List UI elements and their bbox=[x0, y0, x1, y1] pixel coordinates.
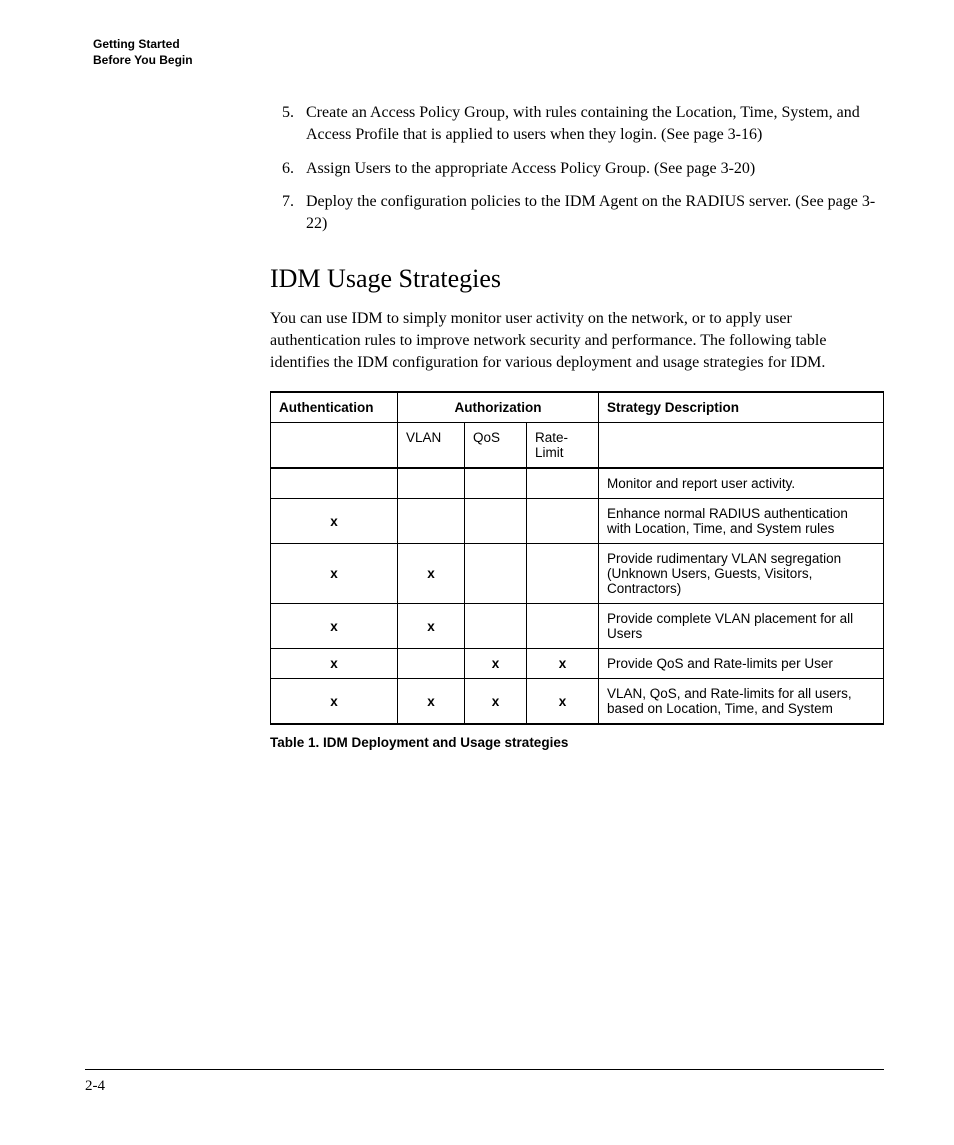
step-item: Assign Users to the appropriate Access P… bbox=[298, 158, 884, 180]
strategy-table: Authentication Authorization Strategy De… bbox=[270, 391, 884, 725]
running-header-line2: Before You Begin bbox=[93, 52, 884, 68]
section-intro: You can use IDM to simply monitor user a… bbox=[270, 308, 884, 373]
sub-vlan: VLAN bbox=[398, 423, 465, 469]
table-row: xx Provide complete VLAN placement for al… bbox=[271, 604, 884, 649]
cell-vlan: x bbox=[398, 604, 465, 649]
cell-qos: x bbox=[465, 679, 527, 725]
page-number: 2-4 bbox=[85, 1078, 105, 1094]
table-row: x Enhance normal RADIUS authentication wi… bbox=[271, 499, 884, 544]
running-header-line1: Getting Started bbox=[93, 36, 884, 52]
cell-description: VLAN, QoS, and Rate-limits for all users… bbox=[599, 679, 884, 725]
section-heading: IDM Usage Strategies bbox=[270, 264, 884, 294]
cell-vlan bbox=[398, 649, 465, 679]
cell-vlan: x bbox=[398, 544, 465, 604]
running-header: Getting Started Before You Begin bbox=[93, 36, 884, 68]
cell-description: Provide QoS and Rate-limits per User bbox=[599, 649, 884, 679]
cell-auth: x bbox=[271, 499, 398, 544]
cell-qos bbox=[465, 544, 527, 604]
cell-auth: x bbox=[271, 544, 398, 604]
cell-rate: x bbox=[527, 679, 599, 725]
cell-qos bbox=[465, 499, 527, 544]
cell-qos bbox=[465, 468, 527, 499]
table-row: xxxProvide QoS and Rate-limits per User bbox=[271, 649, 884, 679]
table-row: xxxxVLAN, QoS, and Rate-limits for all u… bbox=[271, 679, 884, 725]
cell-qos bbox=[465, 604, 527, 649]
sub-qos: QoS bbox=[465, 423, 527, 469]
cell-rate bbox=[527, 499, 599, 544]
cell-rate bbox=[527, 604, 599, 649]
table-row: Monitor and report user activity. bbox=[271, 468, 884, 499]
cell-auth bbox=[271, 468, 398, 499]
cell-rate: x bbox=[527, 649, 599, 679]
cell-auth: x bbox=[271, 649, 398, 679]
numbered-steps: Create an Access Policy Group, with rule… bbox=[270, 102, 884, 234]
cell-vlan: x bbox=[398, 679, 465, 725]
cell-description: Provide complete VLAN placement for all … bbox=[599, 604, 884, 649]
table-header-row: Authentication Authorization Strategy De… bbox=[271, 392, 884, 423]
page-footer: 2-4 bbox=[85, 1069, 884, 1095]
cell-vlan bbox=[398, 468, 465, 499]
th-authentication: Authentication bbox=[271, 392, 398, 423]
cell-vlan bbox=[398, 499, 465, 544]
step-item: Create an Access Policy Group, with rule… bbox=[298, 102, 884, 145]
sub-blank-desc bbox=[599, 423, 884, 469]
cell-rate bbox=[527, 544, 599, 604]
th-authorization: Authorization bbox=[398, 392, 599, 423]
sub-blank-auth bbox=[271, 423, 398, 469]
table-caption: Table 1. IDM Deployment and Usage strate… bbox=[270, 735, 884, 750]
cell-qos: x bbox=[465, 649, 527, 679]
cell-description: Monitor and report user activity. bbox=[599, 468, 884, 499]
table-subheader-row: VLAN QoS Rate-Limit bbox=[271, 423, 884, 469]
sub-rate: Rate-Limit bbox=[527, 423, 599, 469]
cell-description: Enhance normal RADIUS authentication wit… bbox=[599, 499, 884, 544]
table-row: xx Provide rudimentary VLAN segregation (… bbox=[271, 544, 884, 604]
step-item: Deploy the configuration policies to the… bbox=[298, 191, 884, 234]
th-description: Strategy Description bbox=[599, 392, 884, 423]
cell-auth: x bbox=[271, 604, 398, 649]
page: Getting Started Before You Begin Create … bbox=[0, 0, 954, 1145]
main-content: Create an Access Policy Group, with rule… bbox=[270, 102, 884, 750]
cell-description: Provide rudimentary VLAN segregation (Un… bbox=[599, 544, 884, 604]
cell-auth: x bbox=[271, 679, 398, 725]
cell-rate bbox=[527, 468, 599, 499]
